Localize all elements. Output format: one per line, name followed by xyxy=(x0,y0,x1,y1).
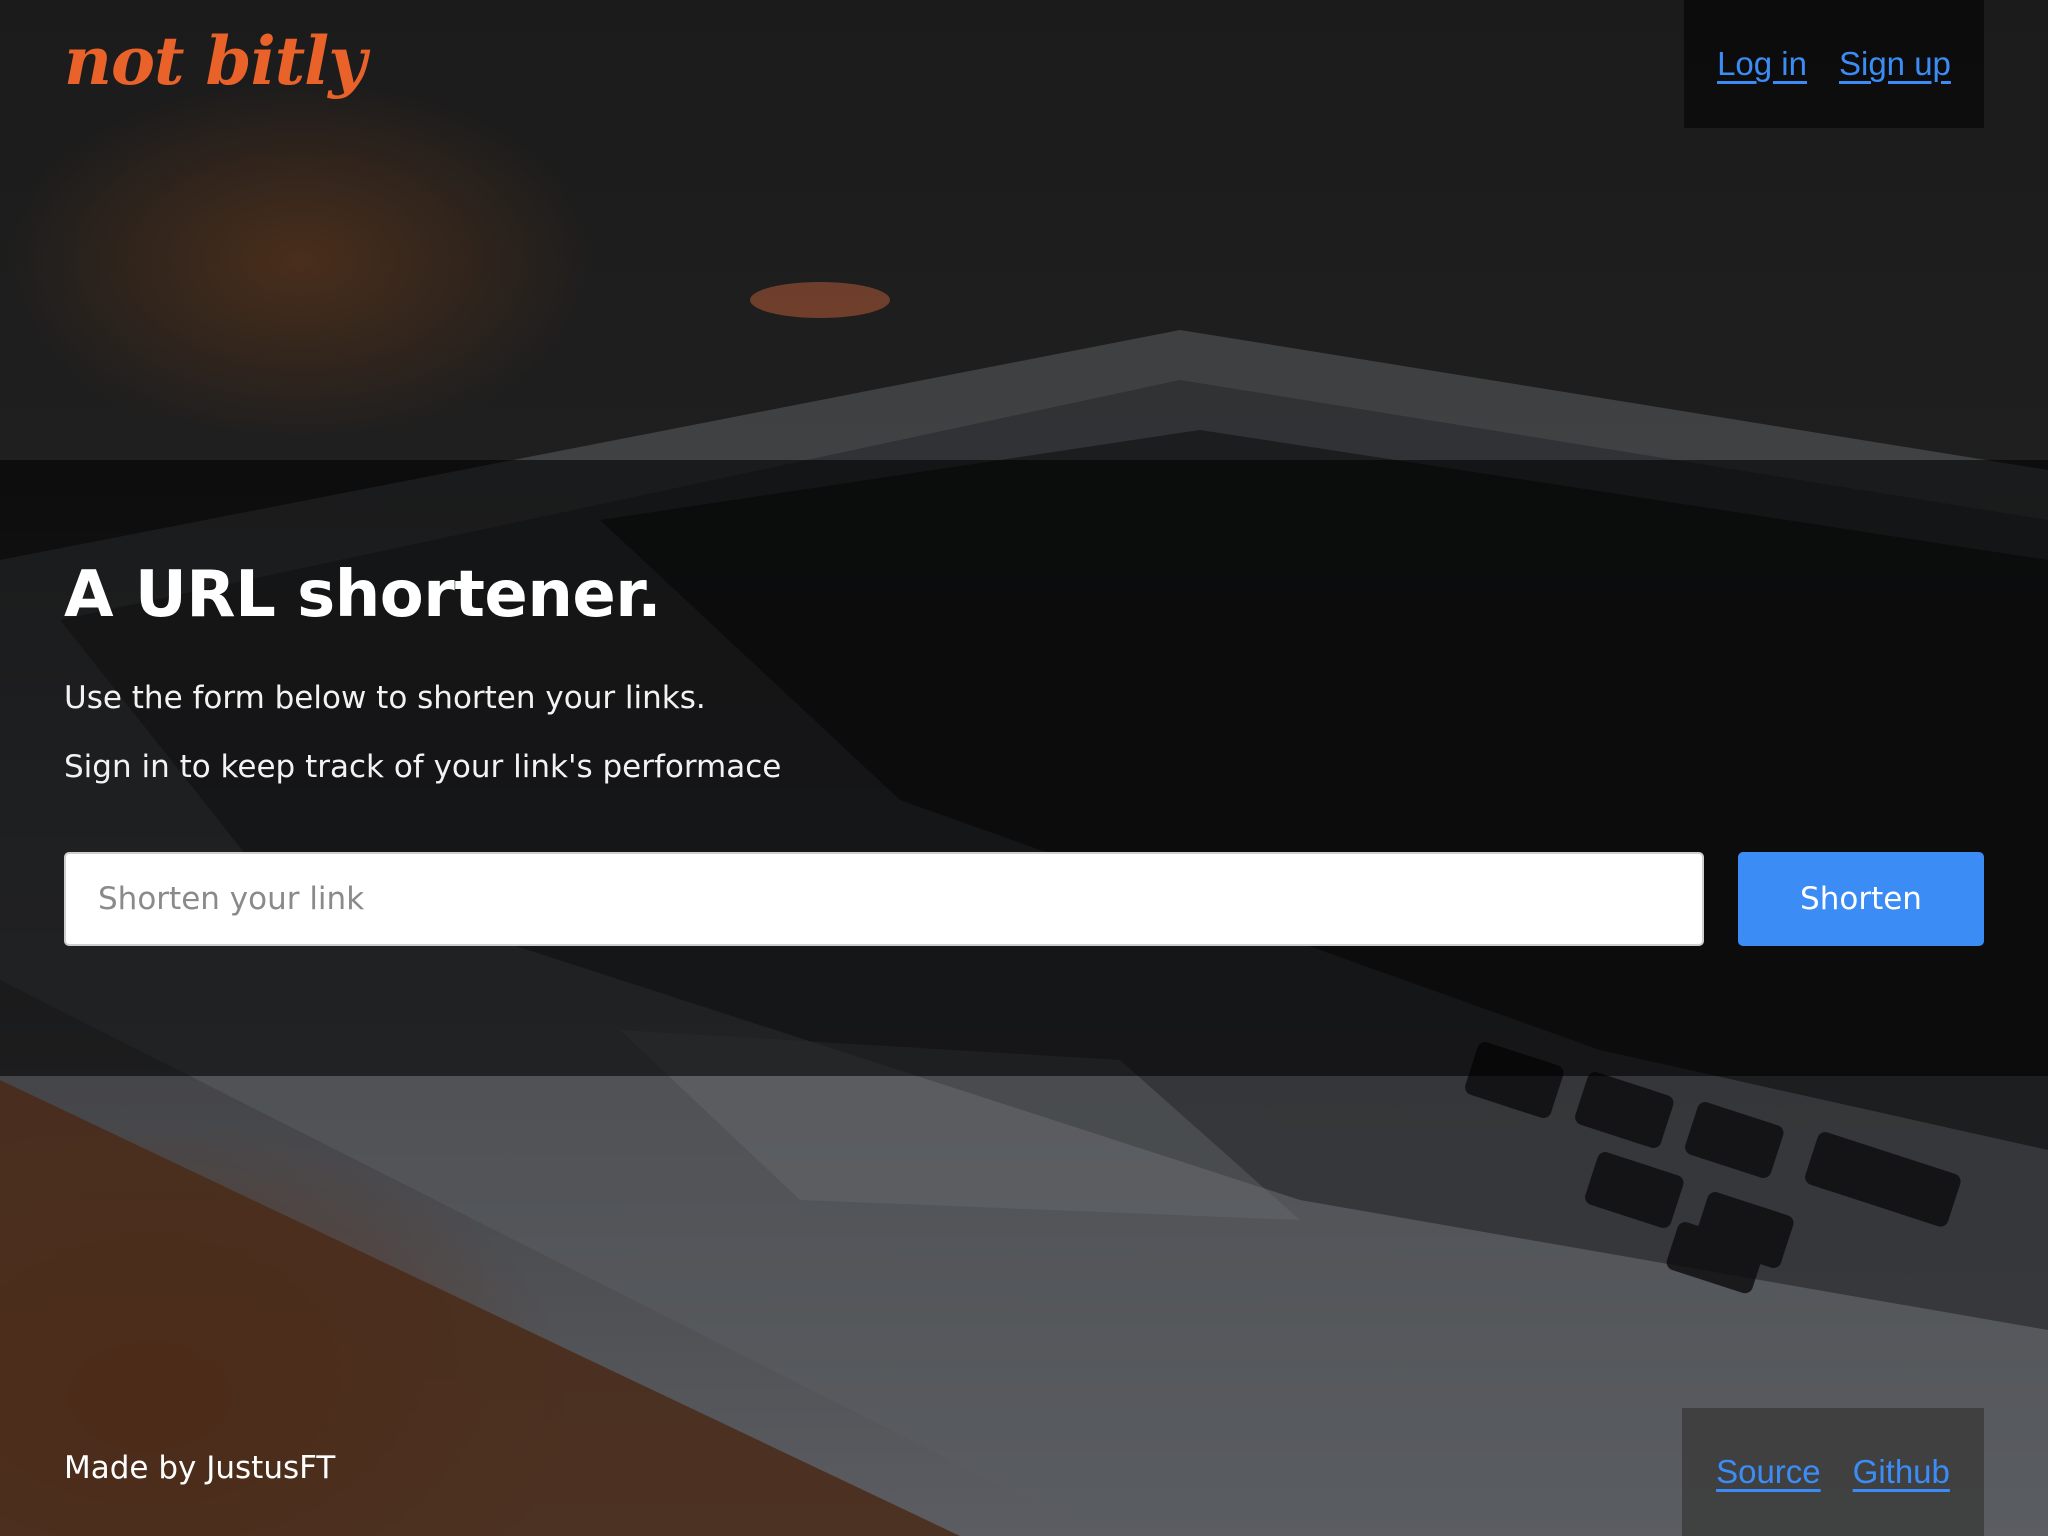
source-link[interactable]: Source xyxy=(1716,1453,1821,1491)
footer-nav: Source Github xyxy=(1682,1408,1984,1536)
page: not bitly Log in Sign up A URL shortener… xyxy=(0,0,2048,1536)
footer-credit: Made by JustusFT xyxy=(64,1450,336,1486)
github-link[interactable]: Github xyxy=(1853,1453,1950,1491)
site-logo[interactable]: not bitly xyxy=(64,22,367,100)
signup-link[interactable]: Sign up xyxy=(1839,45,1951,83)
hero-signin-hint: Sign in to keep track of your link's per… xyxy=(64,749,782,785)
login-link[interactable]: Log in xyxy=(1717,45,1807,83)
shorten-button[interactable]: Shorten xyxy=(1738,852,1984,946)
url-input[interactable] xyxy=(64,852,1704,946)
auth-nav: Log in Sign up xyxy=(1684,0,1984,128)
page-title: A URL shortener. xyxy=(64,558,662,632)
hero-description: Use the form below to shorten your links… xyxy=(64,680,706,716)
